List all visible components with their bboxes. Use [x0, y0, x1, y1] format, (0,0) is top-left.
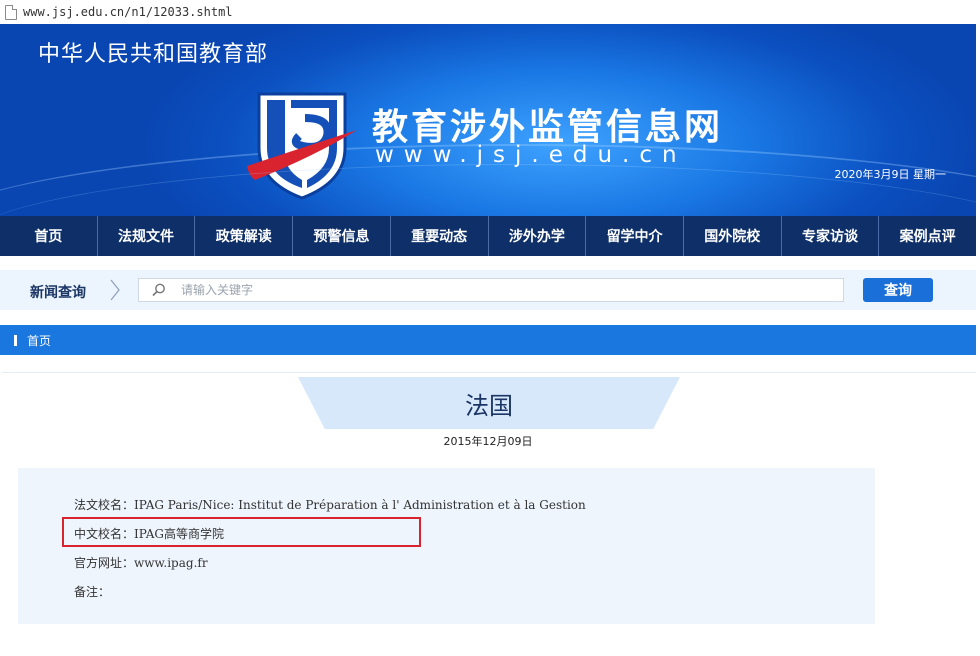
- breadcrumb: 首页: [0, 325, 976, 355]
- nav-item-agencies[interactable]: 留学中介: [586, 216, 684, 256]
- field-label: 官方网址：: [74, 556, 135, 570]
- search-label: 新闻查询: [30, 285, 86, 301]
- nav-item-cases[interactable]: 案例点评: [879, 216, 976, 256]
- search-input[interactable]: [181, 279, 831, 301]
- highlight-box: [62, 517, 421, 547]
- field-label: 备注：: [74, 585, 111, 599]
- breadcrumb-marker: [14, 334, 17, 346]
- nav-item-home[interactable]: 首页: [0, 216, 98, 256]
- chevron-right-icon: [110, 279, 120, 301]
- breadcrumb-home[interactable]: 首页: [27, 332, 51, 349]
- ministry-name: 中华人民共和国教育部: [38, 42, 269, 67]
- address-url[interactable]: www.jsj.edu.cn/n1/12033.shtml: [23, 5, 233, 19]
- address-bar[interactable]: www.jsj.edu.cn/n1/12033.shtml: [0, 0, 980, 24]
- nav-item-interviews[interactable]: 专家访谈: [782, 216, 880, 256]
- search-box: [138, 278, 844, 302]
- nav-item-overseas[interactable]: 国外院校: [684, 216, 782, 256]
- search-button[interactable]: 查询: [863, 278, 933, 302]
- page-icon: [5, 4, 17, 20]
- search-icon: [152, 283, 165, 297]
- article-date: 2015年12月09日: [443, 435, 533, 448]
- field-value-link[interactable]: www.ipag.fr: [134, 556, 208, 570]
- current-date: 2020年3月9日 星期一: [834, 168, 947, 181]
- field-label: 法文校名：: [74, 498, 135, 512]
- site-logo-icon: [247, 92, 357, 200]
- field-website: 官方网址：www.ipag.fr: [74, 554, 208, 571]
- field-french-name: 法文校名：IPAG Paris/Nice: Institut de Prépar…: [74, 496, 586, 513]
- field-value: IPAG Paris/Nice: Institut de Préparation…: [134, 498, 586, 512]
- field-remarks: 备注：: [74, 583, 110, 600]
- nav-item-warnings[interactable]: 预警信息: [293, 216, 391, 256]
- article-title: 法国: [465, 391, 513, 420]
- nav-item-news[interactable]: 重要动态: [391, 216, 489, 256]
- nav-item-foreign-schools[interactable]: 涉外办学: [489, 216, 587, 256]
- main-nav: 首页 法规文件 政策解读 预警信息 重要动态 涉外办学 留学中介 国外院校 专家…: [0, 216, 976, 256]
- nav-item-regulations[interactable]: 法规文件: [98, 216, 196, 256]
- news-search-bar: 新闻查询: [0, 270, 976, 310]
- site-url: www.jsj.edu.cn: [375, 142, 687, 168]
- article-title-tab: 法国: [298, 377, 680, 429]
- site-header-banner: 中华人民共和国教育部 教育涉外监管信息网 www.jsj.edu.cn 2020…: [0, 24, 976, 216]
- nav-item-policy[interactable]: 政策解读: [195, 216, 294, 256]
